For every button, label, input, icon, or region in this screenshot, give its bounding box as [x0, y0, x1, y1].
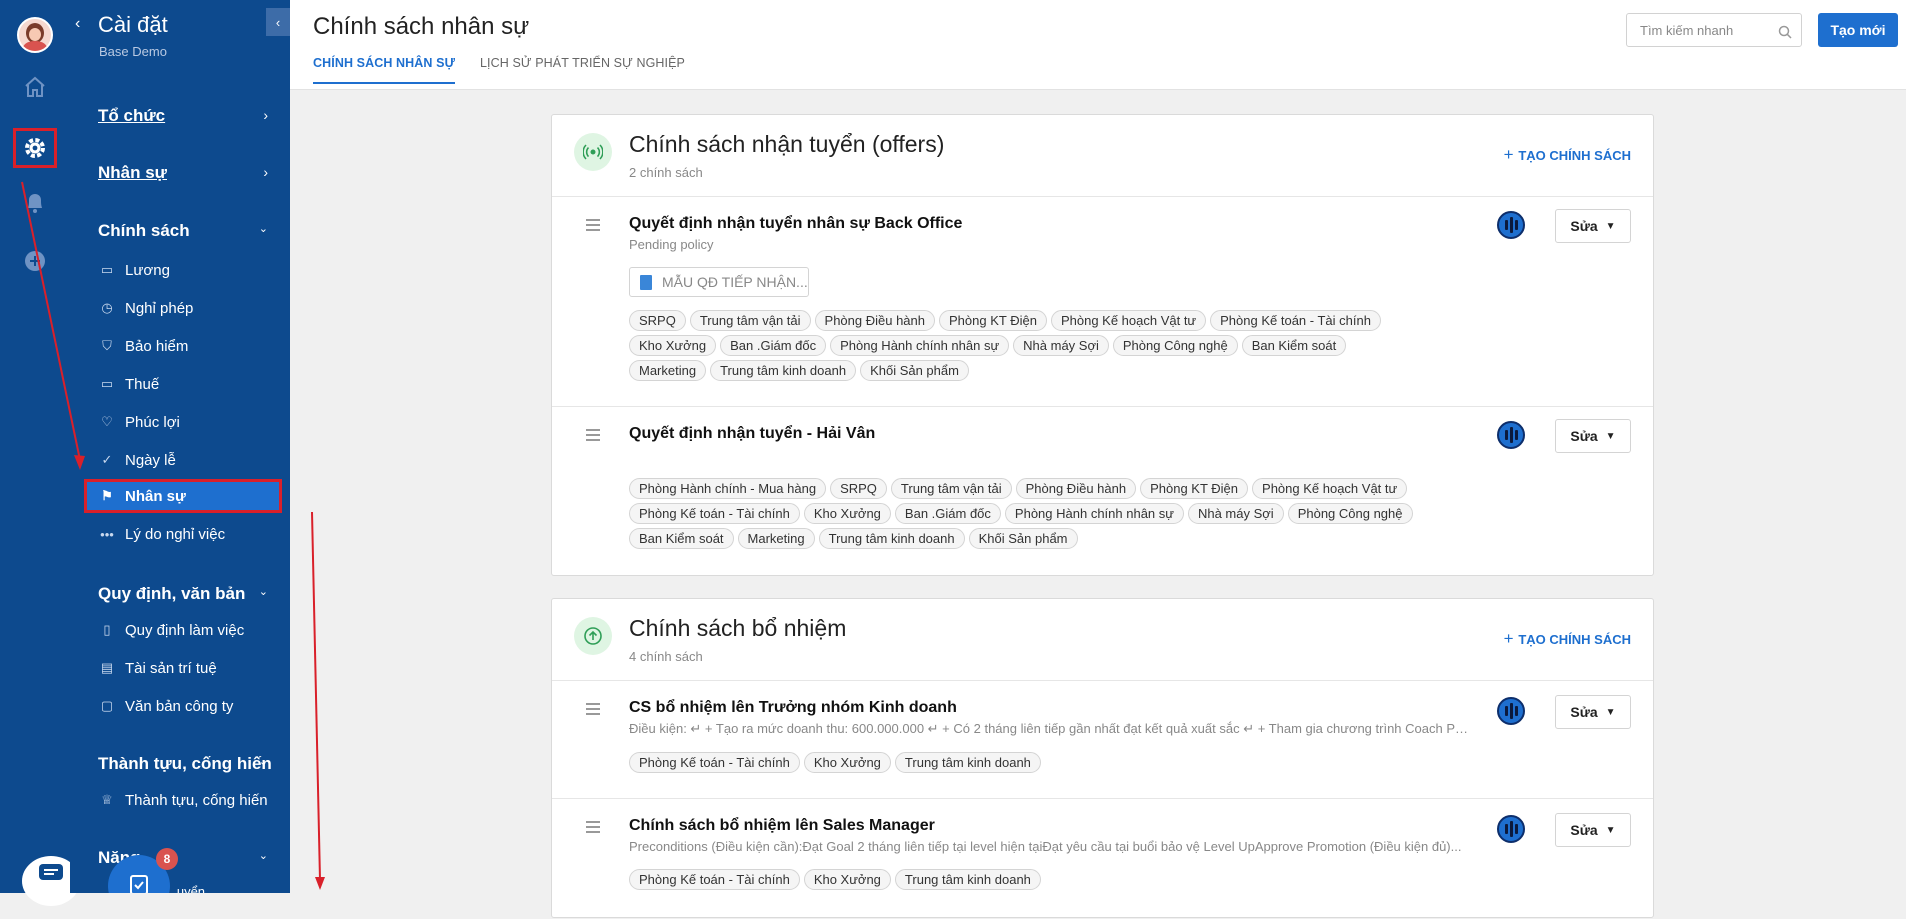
policy-row[interactable]: CS bổ nhiệm lên Trưởng nhóm Kinh doanh Đ… — [552, 681, 1653, 799]
policy-subtitle: Điều kiện: ↵ + Tạo ra mức doanh thu: 600… — [629, 721, 1469, 736]
doc-file-icon — [640, 274, 652, 290]
department-tags: Phòng Hành chính - Mua hàng SRPQ Trung t… — [629, 478, 1419, 549]
card-title: Chính sách nhận tuyển (offers) — [629, 131, 945, 157]
department-tag: Phòng KT Điện — [1140, 478, 1249, 499]
card-count: 4 chính sách — [629, 649, 703, 664]
card-header: Chính sách nhận tuyển (offers) 2 chính s… — [552, 115, 1653, 197]
department-tag: Phòng Công nghệ — [1112, 335, 1238, 356]
department-tags: Phòng Kế toán - Tài chính Kho Xưởng Trun… — [629, 752, 1419, 773]
edit-dropdown-button[interactable]: Sửa ▼ — [1555, 695, 1631, 729]
annotation-arrows — [21, 181, 325, 890]
department-tag: Nhà máy Sợi — [1013, 335, 1109, 356]
department-tag: Trung tâm kinh doanh — [894, 752, 1041, 773]
department-tag: Trung tâm kinh doanh — [710, 360, 857, 381]
department-tag: Phòng Điều hành — [814, 310, 936, 331]
caret-down-icon: ▼ — [1605, 706, 1616, 718]
edit-dropdown-button[interactable]: Sửa ▼ — [1555, 813, 1631, 847]
policy-row[interactable]: Chính sách bổ nhiệm lên Sales Manager Pr… — [552, 799, 1653, 919]
department-tag: Phòng Kế hoạch Vật tư — [1050, 310, 1207, 331]
department-tag: Khối Sản phẩm — [860, 360, 969, 381]
tab-chinh-sach-nhan-su[interactable]: CHÍNH SÁCH NHÂN SỰ — [313, 56, 456, 84]
policy-owner-avatar[interactable] — [1497, 211, 1525, 239]
department-tag: Trung tâm kinh doanh — [818, 528, 965, 549]
search-icon — [1778, 25, 1792, 39]
department-tag: Trung tâm vận tải — [689, 310, 811, 331]
department-tag: Ban Kiểm soát — [629, 528, 734, 549]
department-tag: Ban .Giám đốc — [720, 335, 827, 356]
policy-owner-avatar[interactable] — [1497, 697, 1525, 725]
policy-title[interactable]: Chính sách bổ nhiệm lên Sales Manager — [629, 817, 935, 835]
department-tag: Phòng Hành chính - Mua hàng — [629, 478, 827, 499]
card-header: Chính sách bổ nhiệm 4 chính sách + TẠO C… — [552, 599, 1653, 681]
policy-title[interactable]: Quyết định nhận tuyển - Hải Vân — [629, 425, 875, 443]
broadcast-icon — [574, 133, 612, 171]
search-input[interactable]: Tìm kiếm nhanh — [1626, 13, 1802, 47]
drag-handle-icon[interactable] — [586, 703, 600, 718]
department-tag: Phòng Kế toán - Tài chính — [629, 503, 800, 524]
policy-owner-avatar[interactable] — [1497, 815, 1525, 843]
policy-card-offers: Chính sách nhận tuyển (offers) 2 chính s… — [551, 114, 1654, 576]
department-tag: Kho Xưởng — [803, 752, 891, 773]
attached-document[interactable]: MẪU QĐ TIẾP NHẬN... — [629, 267, 809, 297]
department-tag: Phòng Hành chính nhân sự — [830, 335, 1010, 356]
policy-title[interactable]: Quyết định nhận tuyển nhân sự Back Offic… — [629, 215, 962, 233]
department-tag: Ban .Giám đốc — [894, 503, 1001, 524]
caret-down-icon: ▼ — [1605, 824, 1616, 836]
create-policy-button[interactable]: + TẠO CHÍNH SÁCH — [1504, 629, 1631, 649]
department-tag: Phòng Hành chính nhân sự — [1004, 503, 1184, 524]
drag-handle-icon[interactable] — [586, 219, 600, 234]
department-tag: Khối Sản phẩm — [968, 528, 1078, 549]
edit-dropdown-button[interactable]: Sửa ▼ — [1555, 209, 1631, 243]
department-tag: Phòng Kế toán - Tài chính — [629, 869, 800, 890]
department-tag: Phòng Công nghệ — [1287, 503, 1413, 524]
policy-subtitle: Pending policy — [629, 237, 714, 252]
edit-dropdown-button[interactable]: Sửa ▼ — [1555, 419, 1631, 453]
policy-owner-avatar[interactable] — [1497, 421, 1525, 449]
drag-handle-icon[interactable] — [586, 821, 600, 836]
department-tag: Phòng Kế toán - Tài chính — [1210, 310, 1381, 331]
card-title: Chính sách bổ nhiệm — [629, 615, 847, 641]
card-count: 2 chính sách — [629, 165, 703, 180]
create-policy-button[interactable]: + TẠO CHÍNH SÁCH — [1504, 145, 1631, 165]
department-tag: Kho Xưởng — [803, 869, 891, 890]
plus-icon: + — [1503, 629, 1519, 648]
caret-down-icon: ▼ — [1605, 220, 1616, 232]
department-tag: SRPQ — [629, 310, 686, 331]
plus-icon: + — [1503, 145, 1519, 164]
search-placeholder: Tìm kiếm nhanh — [1640, 23, 1734, 38]
page-header: Chính sách nhân sự CHÍNH SÁCH NHÂN SỰ LỊ… — [290, 0, 1906, 90]
policy-title[interactable]: CS bổ nhiệm lên Trưởng nhóm Kinh doanh — [629, 699, 957, 717]
arrow-up-circle-icon — [574, 617, 612, 655]
department-tag: Marketing — [629, 360, 707, 381]
create-new-button[interactable]: Tạo mới — [1818, 13, 1898, 47]
department-tag: Phòng Điều hành — [1015, 478, 1137, 499]
department-tags: SRPQ Trung tâm vận tải Phòng Điều hành P… — [629, 310, 1419, 381]
department-tag: Nhà máy Sợi — [1187, 503, 1284, 524]
department-tag: Phòng KT Điện — [939, 310, 1047, 331]
policy-card-appointment: Chính sách bổ nhiệm 4 chính sách + TẠO C… — [551, 598, 1654, 918]
department-tag: Marketing — [737, 528, 815, 549]
department-tag: Kho Xưởng — [629, 335, 717, 356]
drag-handle-icon[interactable] — [586, 429, 600, 444]
department-tag: Phòng Kế hoạch Vật tư — [1252, 478, 1408, 499]
department-tag: Kho Xưởng — [803, 503, 891, 524]
department-tag: Ban Kiểm soát — [1241, 335, 1347, 356]
policy-row[interactable]: Quyết định nhận tuyển nhân sự Back Offic… — [552, 197, 1653, 407]
page-title: Chính sách nhân sự — [313, 13, 530, 40]
caret-down-icon: ▼ — [1605, 430, 1616, 442]
department-tag: Phòng Kế toán - Tài chính — [629, 752, 800, 773]
policy-row[interactable]: Quyết định nhận tuyển - Hải Vân Phòng Hà… — [552, 407, 1653, 575]
policy-subtitle: Preconditions (Điều kiện cần):Đạt Goal 2… — [629, 839, 1462, 854]
department-tag: SRPQ — [830, 478, 887, 499]
department-tags: Phòng Kế toán - Tài chính Kho Xưởng Trun… — [629, 869, 1419, 890]
department-tag: Trung tâm vận tải — [890, 478, 1012, 499]
department-tag: Trung tâm kinh doanh — [894, 869, 1041, 890]
tab-lich-su-phat-trien[interactable]: LỊCH SỬ PHÁT TRIỂN SỰ NGHIỆP — [480, 56, 685, 82]
